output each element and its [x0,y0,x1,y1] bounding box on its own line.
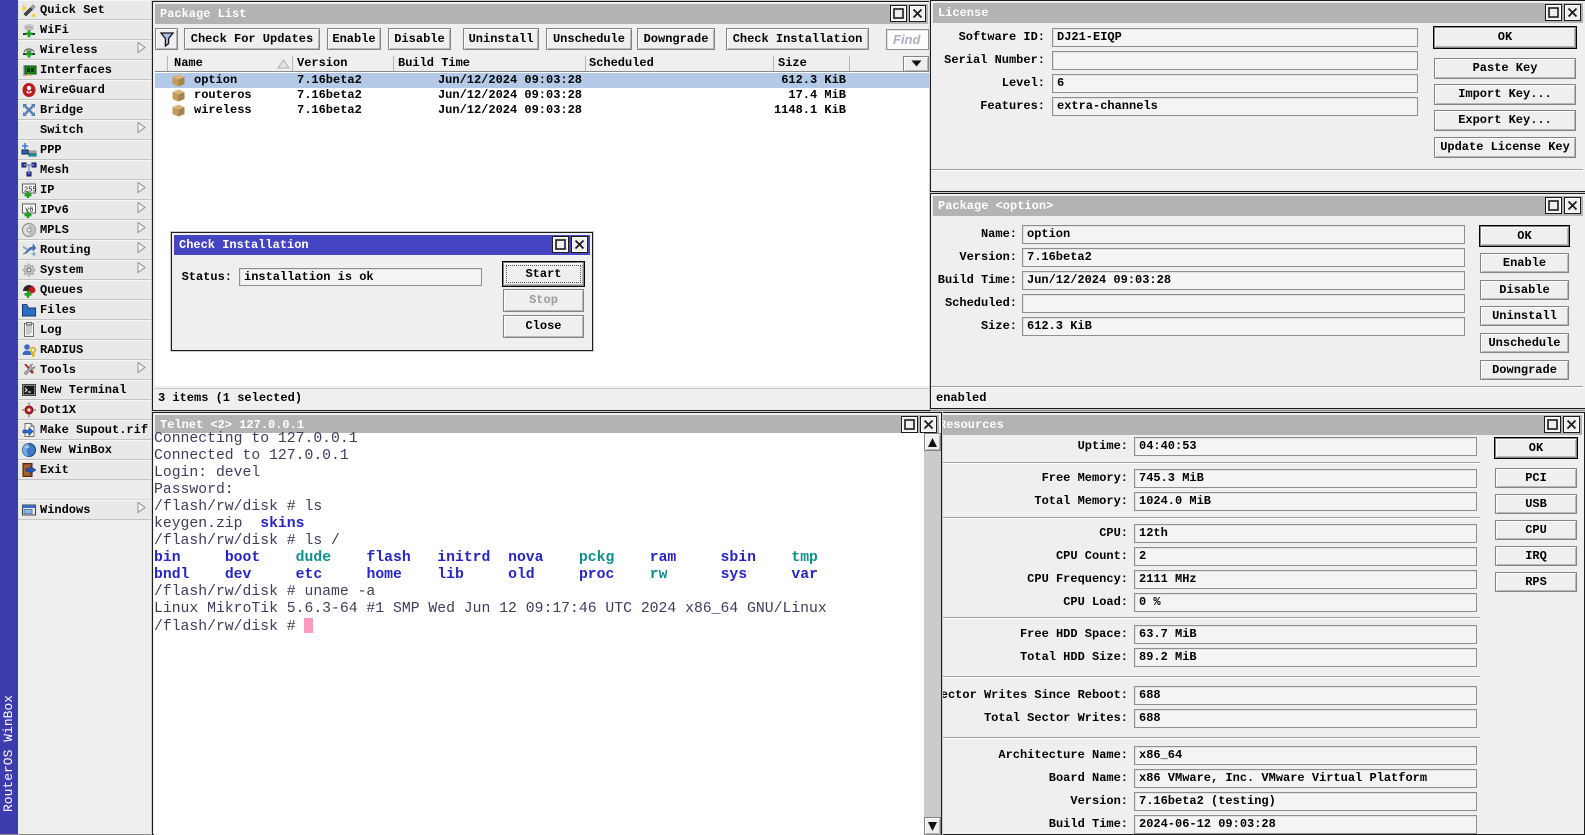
svg-text:255: 255 [24,187,37,195]
